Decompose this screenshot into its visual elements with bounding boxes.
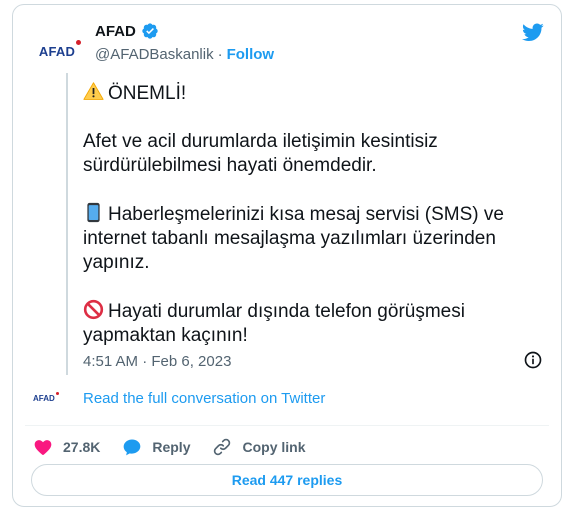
verified-badge-icon (142, 23, 158, 39)
avatar[interactable]: AFAD (33, 27, 82, 75)
tweet-paragraph: Afet ve acil durumlarda iletişimin kesin… (83, 131, 438, 176)
prohibited-icon (83, 299, 104, 320)
copy-link-button[interactable]: Copy link (212, 437, 306, 457)
handle-row: @AFADBaskanlik · Follow (95, 46, 274, 63)
author-name-row[interactable]: AFAD (95, 22, 159, 40)
mobile-phone-icon (87, 202, 100, 223)
like-button[interactable]: 27.8K (33, 437, 100, 457)
tweet-paragraph: Hayati durumlar dışında telefon görüşmes… (83, 299, 465, 346)
link-icon (214, 438, 231, 456)
tweet-paragraph: Haberleşmelerinizi kısa mesaj servisi (S… (83, 202, 504, 273)
reply-button[interactable]: Reply (122, 437, 190, 457)
reply-label: Reply (152, 439, 191, 455)
tweet-text: ÖNEMLİ! Afet ve acil durumlarda iletişim… (83, 81, 543, 348)
author-name[interactable]: AFAD (95, 23, 136, 40)
twitter-bird-icon[interactable] (521, 21, 545, 43)
heart-icon (34, 440, 52, 455)
divider (25, 425, 549, 426)
info-icon[interactable] (523, 350, 543, 370)
reply-bubble-icon (124, 439, 141, 456)
warning-icon (83, 82, 104, 100)
tweet-embed-card: AFAD AFAD @AFADBaskanlik · Follow ÖNEMLİ… (12, 4, 562, 507)
copy-link-label: Copy link (242, 439, 306, 455)
follow-button[interactable]: Follow (227, 46, 275, 63)
afad-small-logo: AFAD (33, 392, 73, 403)
read-replies-button[interactable]: Read 447 replies (31, 464, 543, 496)
conversation-row: AFAD Read the full conversation on Twitt… (33, 390, 325, 407)
tweet-timestamp[interactable]: 4:51 AM · Feb 6, 2023 (83, 353, 231, 370)
action-bar: 27.8K Reply Copy link (33, 433, 328, 461)
tweet-paragraph: ÖNEMLİ! (83, 81, 543, 106)
read-conversation-link[interactable]: Read the full conversation on Twitter (83, 390, 325, 407)
thread-line (66, 73, 68, 375)
afad-logo: AFAD (39, 39, 82, 59)
author-handle[interactable]: @AFADBaskanlik (95, 46, 214, 63)
separator-dot: · (217, 46, 223, 63)
like-count: 27.8K (63, 439, 101, 455)
